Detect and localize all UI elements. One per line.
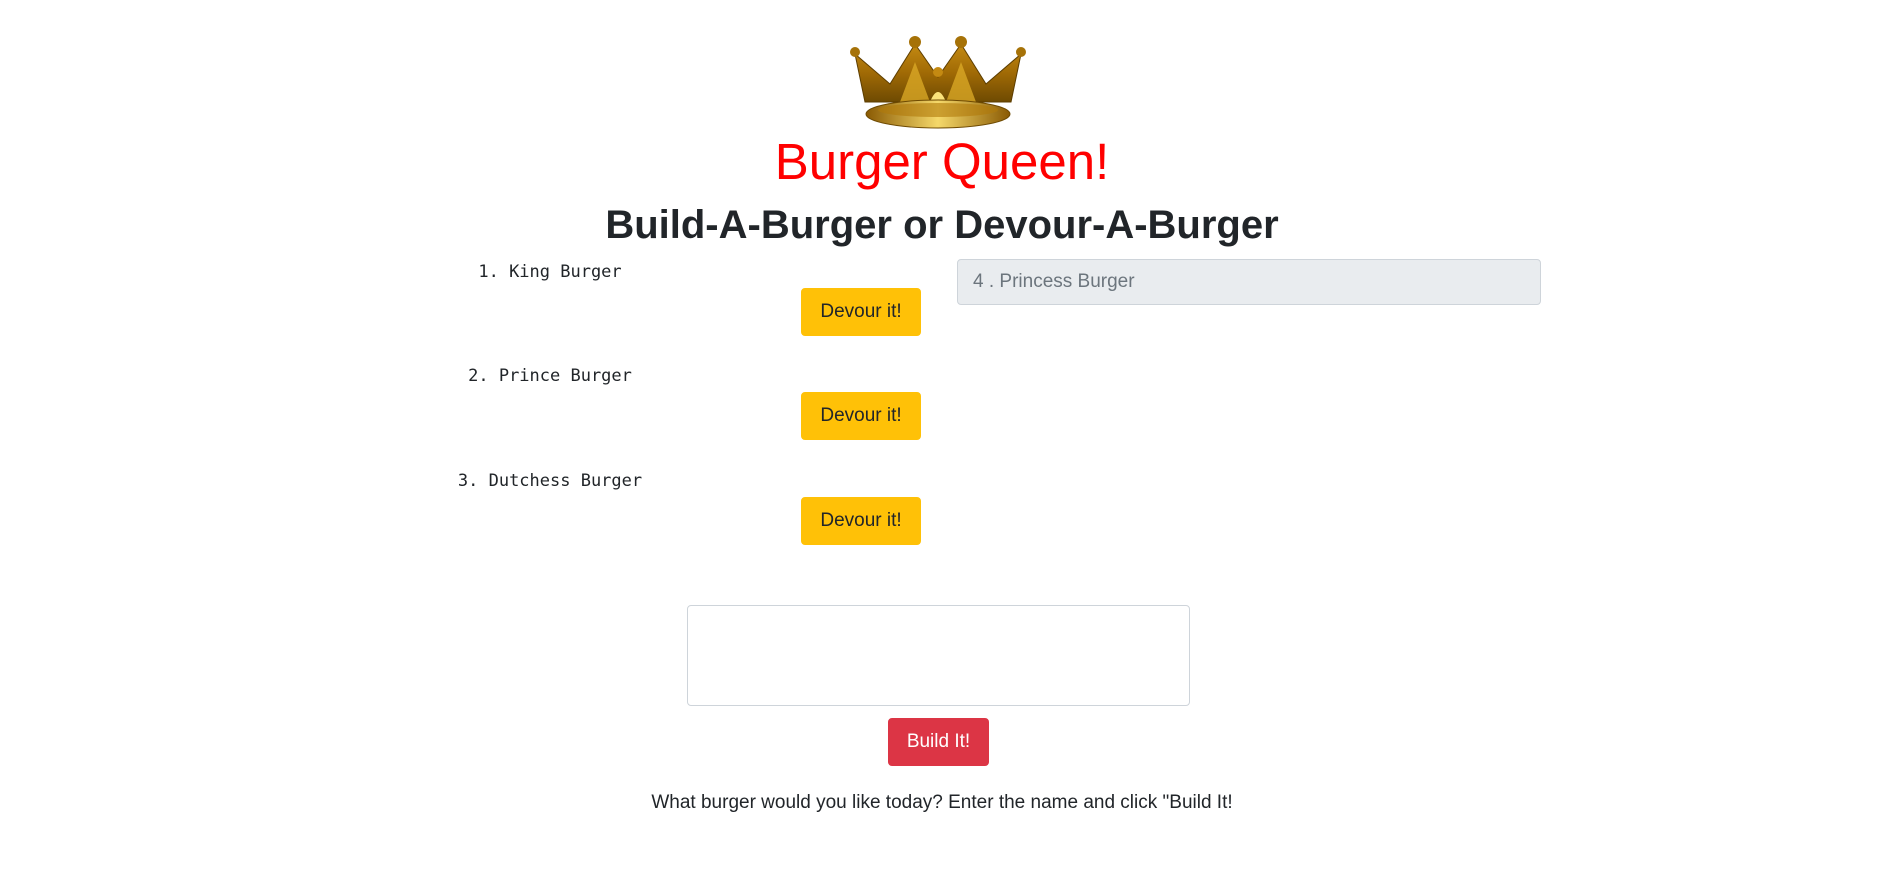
- burger-name: 2. Prince Burger: [468, 366, 632, 386]
- page-title: Burger Queen!: [774, 133, 1110, 190]
- devour-button[interactable]: Devour it!: [801, 497, 921, 545]
- burger-name-input[interactable]: [687, 605, 1190, 706]
- burger-name: 1. King Burger: [478, 262, 622, 282]
- burger-name: 3. Dutchess Burger: [457, 471, 643, 491]
- crown-icon: [850, 36, 1026, 129]
- list-item: 1. King Burger Devour it!: [440, 258, 925, 358]
- devour-button[interactable]: Devour it!: [801, 288, 921, 336]
- list-item: 3. Dutchess Burger Devour it!: [440, 467, 925, 567]
- page: Burger Queen! Build-A-Burger or Devour-A…: [0, 0, 1884, 891]
- build-button[interactable]: Build It!: [888, 718, 989, 766]
- devoured-burger-item: 4 . Princess Burger: [957, 259, 1541, 305]
- devour-button[interactable]: Devour it!: [801, 392, 921, 440]
- page-subtitle: Build-A-Burger or Devour-A-Burger: [605, 203, 1279, 247]
- instructions-text: What burger would you like today? Enter …: [651, 792, 1233, 813]
- list-item: 2. Prince Burger Devour it!: [440, 362, 925, 462]
